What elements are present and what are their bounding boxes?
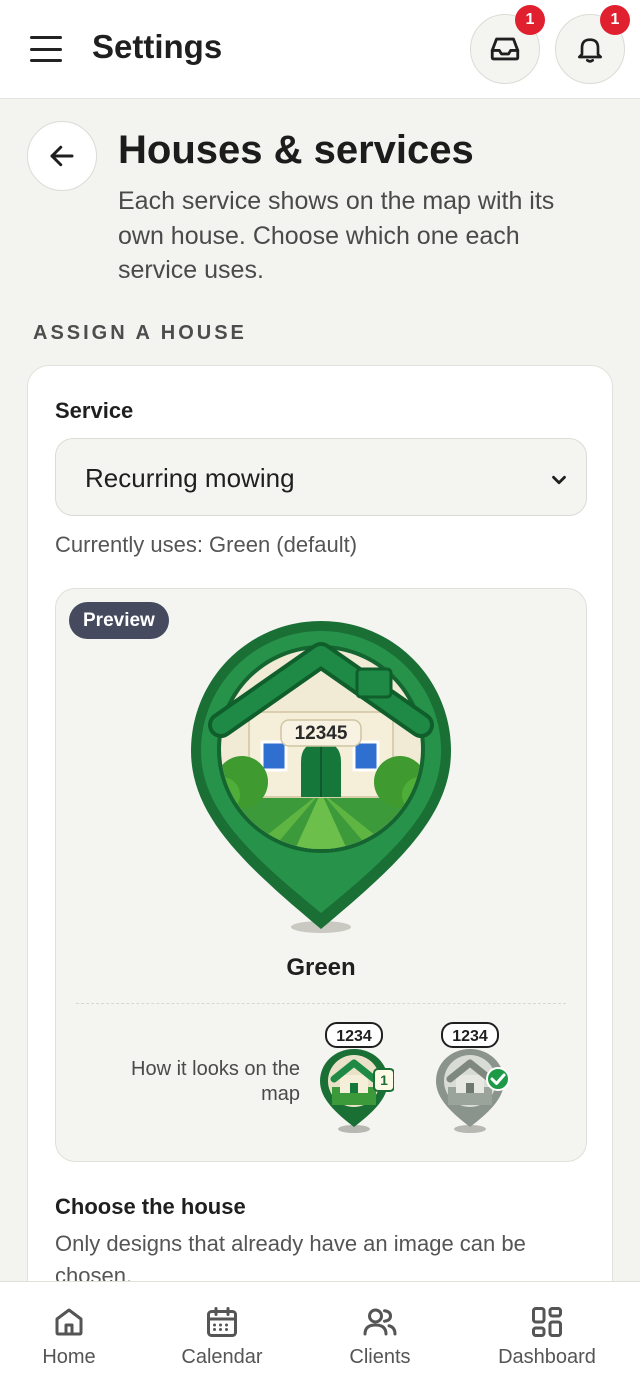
chevron-down-icon: [552, 475, 566, 485]
calendar-icon: [207, 1307, 237, 1337]
choose-house-title: Choose the house: [55, 1194, 246, 1219]
menu-icon[interactable]: [30, 36, 62, 62]
bell-icon: [578, 38, 602, 63]
nav-clients-label: Clients: [349, 1346, 411, 1368]
back-button[interactable]: [27, 121, 97, 191]
service-select[interactable]: Recurring mowing: [55, 438, 587, 516]
bottom-nav: Home Calendar Clients Dashboard: [0, 1281, 640, 1385]
nav-home-label: Home: [42, 1346, 96, 1368]
inbox-icon: [490, 37, 520, 61]
notifications-button[interactable]: 1: [555, 5, 630, 84]
mini-number: 1234: [336, 1028, 372, 1045]
preview-panel: Preview 12345 Green How it looks on the …: [55, 588, 587, 1162]
map-preview-label: How it looks on the map: [131, 1058, 300, 1105]
map-pin-green-icon: 1234 1: [320, 1022, 394, 1133]
mini-number-selected: 1234: [452, 1028, 488, 1045]
nav-dashboard-label: Dashboard: [498, 1346, 596, 1368]
nav-clients[interactable]: Clients: [338, 1282, 422, 1385]
house-pin-icon: 12345: [191, 621, 451, 933]
nav-calendar-label: Calendar: [181, 1346, 263, 1368]
home-icon: [55, 1308, 83, 1336]
house-number: 12345: [295, 723, 348, 744]
nav-calendar[interactable]: Calendar: [172, 1282, 272, 1385]
dashboard-icon: [532, 1307, 562, 1337]
mini-count: 1: [380, 1072, 388, 1088]
page-description: Each service shows on the map with its o…: [118, 187, 555, 284]
assign-house-card: Service Recurring mowing Currently uses:…: [27, 365, 613, 1325]
arrow-left-icon: [50, 145, 74, 167]
map-pin-selected-icon: 1234: [436, 1022, 510, 1133]
service-label: Service: [55, 398, 134, 423]
notifications-badge: 1: [600, 5, 630, 35]
clients-icon: [363, 1308, 397, 1336]
nav-home[interactable]: Home: [28, 1282, 110, 1385]
nav-dashboard[interactable]: Dashboard: [492, 1282, 602, 1385]
page-title: Houses & services: [118, 128, 474, 172]
house-name: Green: [286, 954, 356, 981]
top-bar: Settings 1 1: [0, 0, 640, 99]
divider: [76, 1003, 566, 1004]
current-house-text: Currently uses: Green (default): [55, 532, 358, 557]
app-title: Settings: [92, 28, 223, 65]
preview-badge: Preview: [69, 602, 169, 639]
section-label: ASSIGN A HOUSE: [33, 322, 247, 344]
inbox-badge: 1: [515, 5, 545, 35]
service-select-value: Recurring mowing: [85, 463, 295, 493]
inbox-button[interactable]: 1: [470, 5, 545, 84]
